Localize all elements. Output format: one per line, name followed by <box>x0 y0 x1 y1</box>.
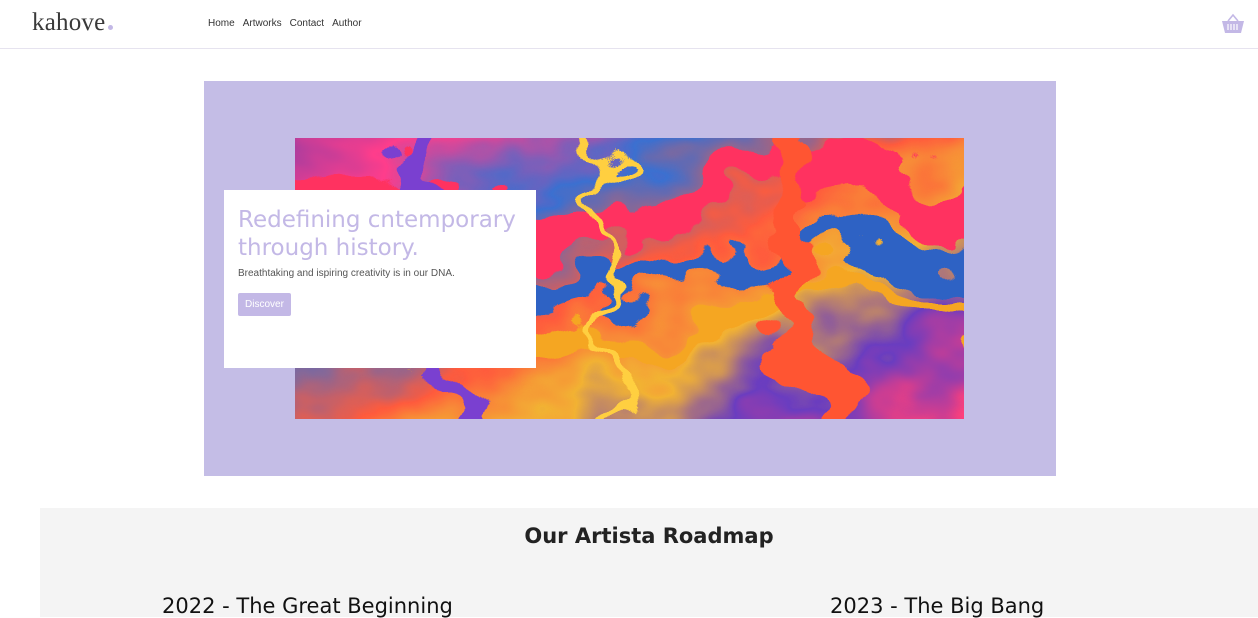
basket-icon[interactable] <box>1220 12 1246 36</box>
brand-logo[interactable]: kahove <box>32 9 114 37</box>
brand-name: kahove <box>32 9 106 36</box>
discover-button[interactable]: Discover <box>238 293 291 316</box>
logo-dot <box>108 25 114 30</box>
top-navbar: kahove Home Artworks Contact Author <box>0 0 1258 49</box>
nav-home[interactable]: Home <box>208 18 235 29</box>
milestone-2023: 2023 - The Big Bang <box>830 594 1045 618</box>
hero-title: Redefining cntemporary through history. <box>238 207 516 261</box>
roadmap-section: Our Artista Roadmap 2022 - The Great Beg… <box>40 508 1258 618</box>
main-nav: Home Artworks Contact Author <box>208 18 362 29</box>
hero-card: Redefining cntemporary through history. … <box>224 190 536 368</box>
milestone-2022: 2022 - The Great Beginning <box>162 594 453 618</box>
nav-contact[interactable]: Contact <box>290 18 324 29</box>
hero-subtitle: Breathtaking and ispiring creativity is … <box>238 268 455 279</box>
nav-artworks[interactable]: Artworks <box>243 18 282 29</box>
nav-author[interactable]: Author <box>332 18 361 29</box>
roadmap-title: Our Artista Roadmap <box>524 524 774 548</box>
